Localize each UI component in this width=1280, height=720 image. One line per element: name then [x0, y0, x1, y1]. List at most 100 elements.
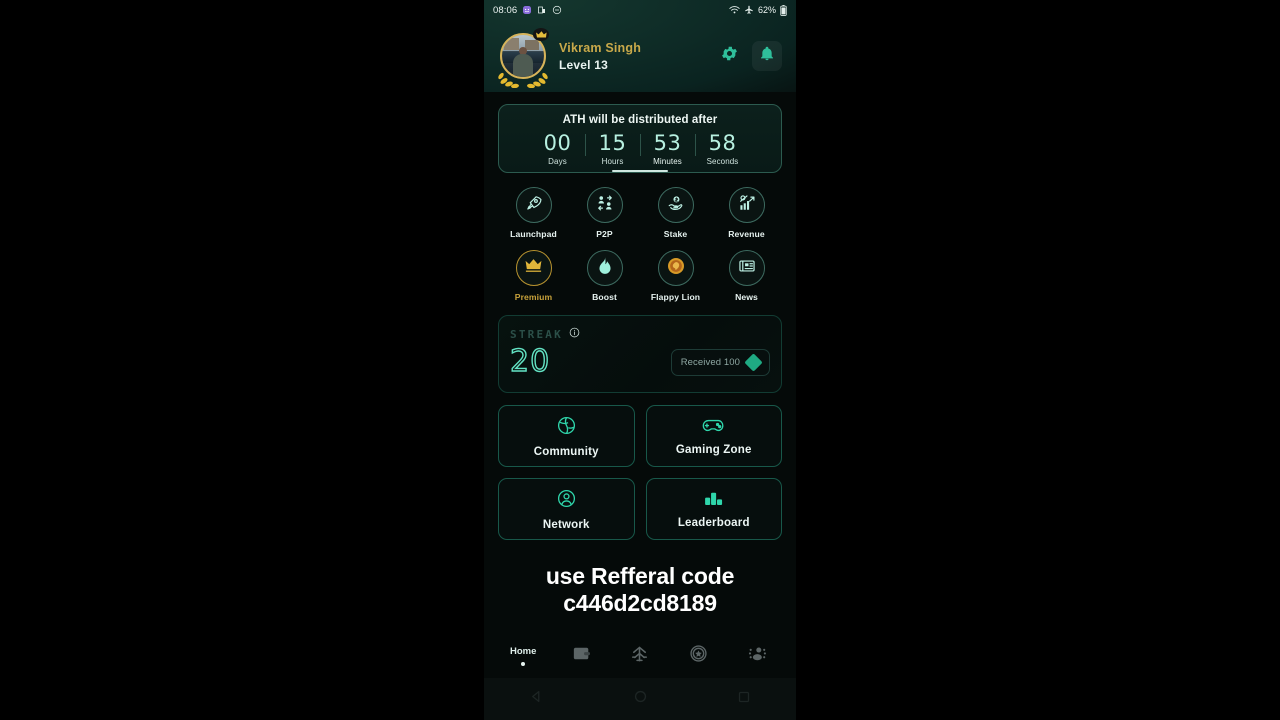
feature-card-label: Gaming Zone [675, 443, 752, 456]
user-name: Vikram Singh [559, 40, 642, 55]
battery-icon [780, 4, 787, 16]
streak-reward-badge: Received 100 [670, 348, 770, 376]
bar-chart-icon [703, 489, 724, 512]
quick-action-revenue[interactable]: Revenue [711, 187, 782, 239]
feature-cards-grid: Community Gaming Zone Network Leaderboar… [498, 405, 782, 541]
countdown-label: Minutes [653, 157, 682, 167]
battery-percent: 62% [757, 5, 776, 15]
chart-growth-icon [738, 194, 756, 217]
home-circle-icon[interactable] [633, 689, 648, 709]
countdown-value: 00 [543, 131, 572, 155]
quick-action-circle [657, 250, 694, 287]
quick-action-label: Revenue [728, 229, 765, 240]
countdown-label: Days [548, 157, 567, 167]
status-bar: 08:06 62% [484, 0, 796, 20]
streak-title: STREAK [510, 327, 563, 341]
quick-action-label: Stake [663, 229, 688, 240]
tree-network-icon [630, 645, 649, 668]
shield-star-icon [689, 644, 708, 668]
wifi-icon [729, 5, 740, 15]
main-content: ATH will be distributed after 00 Days 15… [484, 104, 796, 541]
streak-card[interactable]: STREAK 20 Received 100 [498, 315, 782, 394]
android-navigation-bar [484, 678, 796, 720]
dnd-icon [552, 5, 562, 15]
quick-action-circle [515, 187, 552, 224]
feature-card-leaderboard[interactable]: Leaderboard [645, 478, 782, 541]
feature-card-network[interactable]: Network [498, 478, 635, 541]
countdown-label: Seconds [706, 157, 739, 167]
nav-item-rewards[interactable] [675, 644, 721, 668]
quick-action-circle [657, 187, 694, 224]
user-circle-icon [556, 488, 577, 514]
group-icon [747, 645, 767, 668]
referral-line-1: use Refferal code [545, 563, 735, 589]
quick-action-p2p[interactable]: P2P [569, 187, 640, 239]
gear-icon [720, 44, 739, 68]
quick-action-boost[interactable]: Boost [569, 250, 640, 302]
newspaper-icon [738, 257, 756, 280]
quick-action-label: P2P [596, 229, 613, 240]
recents-square-icon[interactable] [737, 690, 751, 709]
user-level: Level 13 [559, 57, 608, 72]
crown-badge-icon [533, 28, 549, 41]
referral-overlay: use Refferal code c446d2cd8189 [484, 563, 796, 617]
settings-button[interactable] [714, 41, 744, 71]
globe-icon [556, 415, 577, 441]
feature-card-label: Leaderboard [677, 517, 750, 530]
nav-item-network[interactable] [617, 645, 663, 668]
countdown-unit-seconds: 58 Seconds [696, 131, 750, 166]
lion-coin-icon [666, 256, 686, 281]
bell-icon [759, 45, 775, 67]
countdown-row: 00 Days 15 Hours 53 Minutes 58 Seconds [507, 131, 773, 166]
rocket-icon [525, 194, 543, 217]
streak-count: 20 [509, 344, 551, 380]
quick-action-circle [586, 250, 623, 287]
countdown-value: 58 [708, 131, 737, 155]
avatar[interactable] [498, 28, 549, 88]
quick-action-label: Flappy Lion [650, 292, 701, 303]
nav-label-home: Home [509, 646, 537, 657]
quick-action-label: Premium [514, 292, 553, 303]
feature-card-label: Community [533, 445, 599, 458]
notifications-button[interactable] [752, 41, 782, 71]
referral-line-2: c446d2cd8189 [563, 590, 717, 617]
streak-reward-text: Received 100 [680, 356, 740, 368]
wallet-icon [572, 645, 591, 667]
quick-action-launchpad[interactable]: Launchpad [498, 187, 569, 239]
quick-actions-grid: Launchpad P2P Stake Revenue Premium Boos… [498, 187, 782, 302]
feature-card-gaming-zone[interactable]: Gaming Zone [645, 405, 782, 468]
hand-coin-icon [667, 194, 685, 217]
feature-card-label: Network [542, 518, 590, 531]
countdown-active-underline [612, 170, 668, 173]
countdown-unit-days: 00 Days [531, 131, 585, 166]
quick-action-stake[interactable]: Stake [640, 187, 711, 239]
nav-active-dot [521, 662, 526, 666]
countdown-unit-hours: 15 Hours [586, 131, 640, 166]
countdown-unit-minutes: 53 Minutes [641, 131, 695, 166]
screenshot-stage: 08:06 62% Vikram Singh Level 13 ATH will… [0, 0, 1280, 720]
people-exchange-icon [596, 194, 614, 217]
quick-action-news[interactable]: News [711, 250, 782, 302]
quick-action-circle [515, 250, 552, 287]
quick-action-circle [728, 187, 765, 224]
phone-screen: 08:06 62% Vikram Singh Level 13 ATH will… [484, 0, 796, 720]
feature-card-community[interactable]: Community [498, 405, 635, 468]
status-time: 08:06 [493, 4, 518, 16]
flame-icon [597, 256, 613, 280]
back-triangle-icon[interactable] [529, 689, 544, 709]
countdown-value: 53 [653, 131, 682, 155]
countdown-label: Hours [601, 157, 624, 167]
info-icon[interactable] [569, 325, 580, 343]
quick-action-flappy-lion[interactable]: Flappy Lion [640, 250, 711, 302]
nav-item-wallet[interactable] [559, 645, 605, 667]
countdown-value: 15 [598, 131, 627, 155]
quick-action-circle [586, 187, 623, 224]
quick-action-premium[interactable]: Premium [498, 250, 569, 302]
emoji-icon [522, 5, 532, 15]
nav-item-home[interactable]: Home [500, 646, 546, 666]
airplane-icon [744, 5, 754, 15]
countdown-title: ATH will be distributed after [562, 114, 718, 126]
quick-action-label: Launchpad [510, 229, 557, 240]
nav-item-group[interactable] [734, 645, 780, 668]
crown-icon [524, 258, 543, 278]
